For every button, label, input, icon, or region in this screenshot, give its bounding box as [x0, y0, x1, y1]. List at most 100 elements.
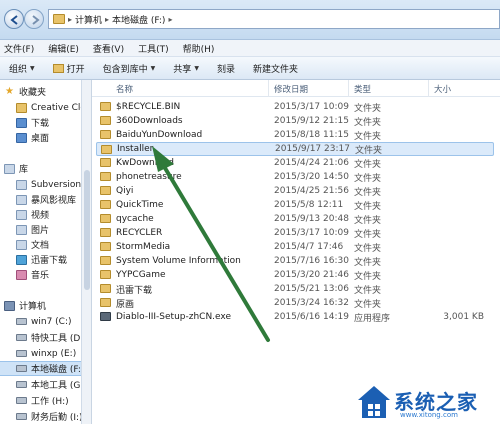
sidebar-item-drive-g[interactable]: 本地工具 (G:: [0, 377, 82, 392]
table-row[interactable]: 360Downloads 2015/9/12 21:15 文件夹: [96, 114, 494, 128]
file-date: 2015/3/17 10:09: [274, 102, 349, 112]
navigation-pane: ★ 收藏夹 Creative Clo 下载 桌面 库 Subversion 暴风…: [0, 80, 82, 424]
file-date: 2015/8/18 11:15: [274, 130, 349, 140]
file-type: 文件夹: [354, 159, 382, 170]
sidebar-item-drive-e[interactable]: winxp (E:): [0, 346, 81, 361]
table-row[interactable]: $RECYCLE.BIN 2015/3/17 10:09 文件夹: [96, 100, 494, 114]
menu-tools[interactable]: 工具(T): [138, 42, 169, 55]
table-row[interactable]: phonetreasure 2015/3/20 14:50 文件夹: [96, 170, 494, 184]
folder-icon: [100, 116, 111, 125]
file-size: 3,001 KB: [443, 312, 484, 322]
organize-button[interactable]: 组织 ▼: [0, 57, 44, 79]
breadcrumb-drive-f[interactable]: 本地磁盘 (F:): [112, 13, 165, 26]
share-button[interactable]: 共享 ▼: [164, 57, 208, 79]
forward-button[interactable]: [24, 9, 44, 29]
sidebar-item-music[interactable]: 音乐: [0, 267, 81, 282]
menu-help[interactable]: 帮助(H): [183, 42, 215, 55]
menu-view[interactable]: 查看(V): [93, 42, 124, 55]
file-type: 文件夹: [354, 215, 382, 226]
sidebar-label: Subversion: [31, 179, 82, 190]
forward-arrow-icon: [32, 15, 40, 25]
file-name: qycache: [116, 214, 154, 224]
folder-icon: [100, 284, 111, 293]
sidebar-scrollbar-thumb[interactable]: [84, 170, 90, 290]
table-row[interactable]: RECYCLER 2015/3/17 10:09 文件夹: [96, 226, 494, 240]
include-library-button[interactable]: 包含到库中 ▼: [94, 57, 165, 79]
column-date[interactable]: 修改日期: [274, 83, 308, 95]
table-row[interactable]: YYPCGame 2015/3/20 21:46 文件夹: [96, 268, 494, 282]
file-name: $RECYCLE.BIN: [116, 102, 181, 112]
sidebar-item-thunder-downloads[interactable]: 迅雷下载: [0, 252, 81, 267]
sidebar-item-videos[interactable]: 视频: [0, 207, 81, 222]
sidebar-label: 本地工具 (G:: [31, 381, 82, 391]
breadcrumb-separator-icon: ▸: [105, 14, 110, 24]
table-row[interactable]: Qiyi 2015/4/25 21:56 文件夹: [96, 184, 494, 198]
sidebar-label: 库: [19, 165, 29, 175]
file-type: 文件夹: [355, 145, 383, 156]
sidebar-label: 迅雷下载: [31, 256, 68, 266]
file-date: 2015/7/16 16:30: [274, 256, 349, 266]
file-type: 文件夹: [354, 257, 382, 268]
file-type: 文件夹: [354, 187, 382, 198]
column-divider[interactable]: [348, 80, 349, 97]
open-button[interactable]: 打开: [44, 57, 94, 79]
table-row[interactable]: KwDownload 2015/4/24 21:06 文件夹: [96, 156, 494, 170]
table-row[interactable]: Diablo-III-Setup-zhCN.exe 2015/6/16 14:19…: [96, 310, 494, 324]
menu-edit[interactable]: 编辑(E): [48, 42, 79, 55]
watermark-logo: 系统之家 www.xitong.com: [356, 380, 500, 424]
new-folder-button[interactable]: 新建文件夹: [244, 57, 307, 79]
file-date: 2015/3/20 21:46: [274, 270, 349, 280]
breadcrumb[interactable]: ▸ 计算机 ▸ 本地磁盘 (F:) ▸: [48, 9, 500, 29]
file-type: 文件夹: [354, 285, 382, 296]
picture-icon: [16, 224, 27, 235]
table-row[interactable]: System Volume Information 2015/7/16 16:30…: [96, 254, 494, 268]
file-date: 2015/3/24 16:32: [274, 298, 349, 308]
column-size[interactable]: 大小: [434, 83, 451, 95]
table-row[interactable]: QuickTime 2015/5/8 12:11 文件夹: [96, 198, 494, 212]
file-list: 名称 修改日期 类型 大小 $RECYCLE.BIN 2015/3/17 10:0…: [92, 80, 500, 424]
sidebar-item-drive-c[interactable]: win7 (C:): [0, 314, 81, 329]
table-row[interactable]: qycache 2015/9/13 20:48 文件夹: [96, 212, 494, 226]
folder-icon: [100, 186, 111, 195]
table-row[interactable]: 迅雷下载 2015/5/21 13:06 文件夹: [96, 282, 494, 296]
folder-icon: [100, 200, 111, 209]
sidebar-libraries[interactable]: 库: [0, 161, 81, 176]
command-bar: 组织 ▼ 打开 包含到库中 ▼ 共享 ▼ 刻录 新建文件夹: [0, 57, 500, 80]
table-row[interactable]: Installer 2015/9/17 23:17 文件夹: [96, 142, 494, 156]
sidebar-computer[interactable]: 计算机: [0, 298, 81, 313]
sidebar-item-desktop[interactable]: 桌面: [0, 130, 81, 145]
burn-button[interactable]: 刻录: [208, 57, 244, 79]
sidebar-item-baofeng[interactable]: 暴风影视库: [0, 192, 81, 207]
file-date: 2015/3/17 10:09: [274, 228, 349, 238]
sidebar-item-pictures[interactable]: 图片: [0, 222, 81, 237]
sidebar-label: 下载: [31, 119, 50, 129]
table-row[interactable]: StormMedia 2015/4/7 17:46 文件夹: [96, 240, 494, 254]
sidebar-favorites[interactable]: ★ 收藏夹: [0, 84, 81, 99]
back-button[interactable]: [4, 9, 24, 29]
breadcrumb-computer[interactable]: 计算机: [75, 13, 102, 26]
sidebar-item-drive-d[interactable]: 特快工具 (D:: [0, 330, 81, 345]
star-icon: ★: [5, 85, 14, 97]
drive-icon: [16, 381, 27, 388]
sidebar-item-subversion[interactable]: Subversion: [0, 177, 82, 192]
table-row[interactable]: BaiduYunDownload 2015/8/18 11:15 文件夹: [96, 128, 494, 142]
sidebar-item-downloads[interactable]: 下载: [0, 115, 81, 130]
menu-bar: 文件(F) 编辑(E) 查看(V) 工具(T) 帮助(H): [0, 40, 500, 57]
menu-file[interactable]: 文件(F): [4, 42, 34, 55]
sidebar-item-drive-f[interactable]: 本地磁盘 (F:): [0, 361, 81, 376]
column-divider[interactable]: [268, 80, 269, 97]
sidebar-item-drive-h[interactable]: 工作 (H:): [0, 393, 81, 408]
column-name[interactable]: 名称: [116, 83, 133, 95]
sidebar-item-drive-i[interactable]: 财务后勤 (I:): [0, 409, 81, 424]
file-type: 文件夹: [354, 173, 382, 184]
open-folder-icon: [52, 63, 64, 73]
column-divider[interactable]: [428, 80, 429, 97]
library-icon: [16, 179, 27, 190]
sidebar-item-creative-cloud[interactable]: Creative Clo: [0, 100, 81, 115]
sidebar-item-documents[interactable]: 文档: [0, 237, 81, 252]
new-folder-label: 新建文件夹: [252, 64, 298, 75]
column-type[interactable]: 类型: [354, 83, 371, 95]
drive-icon: [16, 350, 27, 357]
file-name: 360Downloads: [116, 116, 183, 126]
table-row[interactable]: 原画 2015/3/24 16:32 文件夹: [96, 296, 494, 310]
